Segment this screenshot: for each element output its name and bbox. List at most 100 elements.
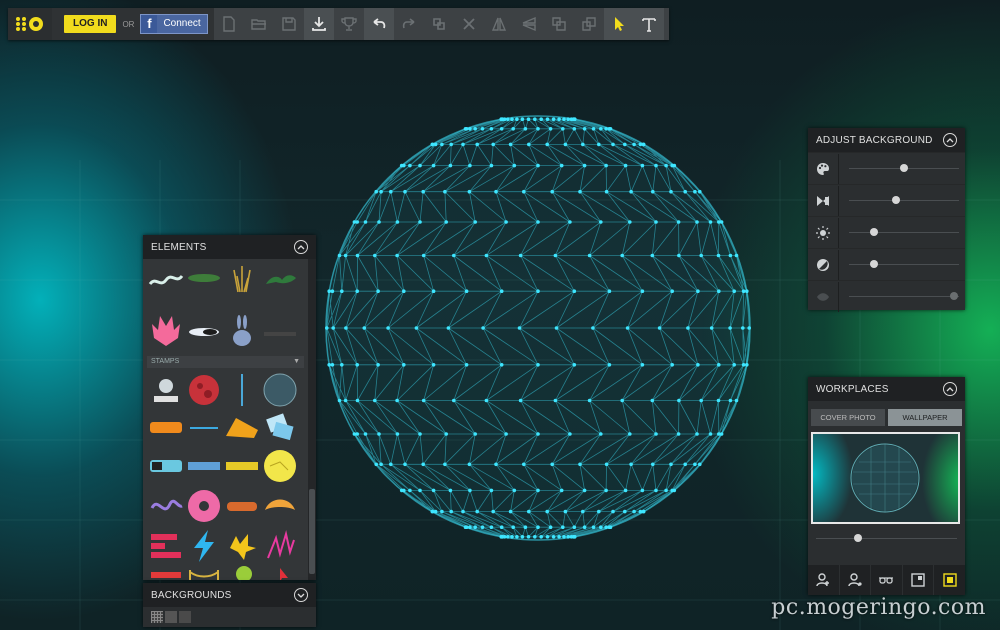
collapse-button[interactable] (943, 382, 957, 396)
flip-horizontal-button[interactable] (484, 8, 514, 40)
sphere-node (377, 432, 381, 436)
crop-button[interactable] (424, 8, 454, 40)
element-bunny[interactable] (223, 311, 261, 349)
stamps-section-bar[interactable]: STAMPS ▼ (147, 356, 304, 368)
send-backward-button[interactable] (574, 8, 604, 40)
stamp-purple-script[interactable] (147, 487, 185, 525)
add-user-button[interactable] (808, 565, 840, 595)
slider-knob[interactable] (854, 534, 863, 542)
element-grass-strip[interactable] (185, 261, 223, 299)
text-tool[interactable] (633, 8, 664, 40)
sphere-node (352, 220, 357, 224)
slider-knob[interactable] (870, 227, 879, 236)
elements-scrollbar[interactable] (308, 259, 316, 580)
stamp-yellow-cracked[interactable] (261, 447, 299, 485)
background-thumb-dark[interactable] (179, 611, 191, 623)
element-cloud-car[interactable] (185, 311, 223, 349)
sphere-node (638, 509, 643, 514)
stamp-photos[interactable] (261, 409, 299, 447)
stamp-croissant[interactable] (261, 487, 299, 525)
sphere-node (515, 117, 519, 121)
delete-button[interactable] (454, 8, 484, 40)
sphere-node (591, 326, 595, 330)
trophy-button[interactable] (334, 8, 364, 40)
redo-button[interactable] (394, 8, 424, 40)
stamp-yellow-text[interactable] (223, 447, 261, 485)
element-reeds[interactable] (223, 261, 261, 299)
stamp-orange-bar[interactable] (223, 409, 261, 447)
workplaces-header: WORKPLACES (808, 377, 965, 401)
sphere-node (518, 253, 523, 258)
color-slider[interactable] (839, 154, 965, 184)
resize-button[interactable] (903, 565, 935, 595)
collapse-button[interactable] (294, 240, 308, 254)
element-stick[interactable] (261, 311, 299, 349)
sphere-node (480, 127, 485, 131)
stamp-cool-text[interactable] (147, 447, 185, 485)
stamp-pink-scribble[interactable] (261, 527, 299, 565)
tab-cover-photo[interactable]: COVER PHOTO (811, 409, 885, 426)
workplace-preview[interactable] (811, 432, 960, 524)
stamp-back-in-black[interactable] (147, 527, 185, 565)
background-thumb-grid[interactable] (151, 611, 163, 623)
stamp-like-text[interactable] (185, 447, 223, 485)
scrollbar-thumb[interactable] (309, 489, 315, 574)
element-leaves[interactable] (261, 261, 299, 299)
sphere-node (607, 525, 612, 529)
sphere-node (389, 189, 393, 194)
stamp-cheese[interactable] (147, 409, 185, 447)
stamp-red-arrow[interactable] (261, 565, 299, 580)
slider-knob[interactable] (949, 291, 958, 300)
stamp-dark-circle[interactable] (261, 371, 299, 409)
sphere-node (650, 398, 655, 403)
stamp-splash[interactable] (223, 527, 261, 565)
download-button[interactable] (303, 8, 334, 40)
new-page-button[interactable] (214, 8, 244, 40)
glasses-button[interactable] (871, 565, 903, 595)
tab-wallpaper[interactable]: WALLPAPER (888, 409, 962, 426)
element-pink-flower[interactable] (147, 311, 185, 349)
stamp-blue-line[interactable] (223, 371, 261, 409)
elements-header: ELEMENTS (143, 235, 316, 259)
workplace-slider[interactable] (808, 524, 965, 552)
app-logo[interactable] (8, 8, 52, 40)
login-button[interactable]: LOG IN (64, 15, 117, 33)
slider-knob[interactable] (900, 163, 908, 172)
apply-button[interactable] (934, 565, 965, 595)
sphere-node (448, 488, 453, 493)
flip-vertical-button[interactable] (514, 8, 544, 40)
user-settings-button[interactable] (840, 565, 872, 595)
stamp-hello-world[interactable] (147, 371, 185, 409)
stamp-hotdog[interactable] (223, 487, 261, 525)
saturation-slider[interactable] (839, 250, 965, 280)
facebook-connect-button[interactable]: f Connect (140, 14, 208, 34)
stamps-label: STAMPS (151, 358, 180, 365)
slider-knob[interactable] (892, 195, 901, 204)
stamp-lightning[interactable] (185, 527, 223, 565)
slider-knob[interactable] (870, 259, 879, 268)
contrast-slider[interactable] (839, 186, 965, 216)
open-button[interactable] (244, 8, 274, 40)
background-thumb-gray[interactable] (165, 611, 177, 623)
stamp-donut[interactable] (185, 487, 223, 525)
stamp-red-planet[interactable] (185, 371, 223, 409)
elements-panel: ELEMENTS STAMPS ▼ (143, 235, 316, 580)
adjust-title: ADJUST BACKGROUND (816, 134, 933, 146)
collapse-button[interactable] (943, 133, 957, 147)
stamp-rope[interactable] (185, 565, 223, 580)
bring-forward-button[interactable] (544, 8, 574, 40)
element-squiggle[interactable] (147, 261, 185, 299)
stamp-blue-dash[interactable] (185, 409, 223, 447)
stamp-balloon[interactable] (223, 565, 261, 580)
visibility-slider[interactable] (839, 282, 965, 312)
expand-button[interactable] (294, 588, 308, 602)
brightness-slider[interactable] (839, 218, 965, 248)
save-button[interactable] (274, 8, 304, 40)
undo-button[interactable] (363, 8, 394, 40)
squiggle-icon (148, 274, 184, 286)
sphere-node (611, 142, 615, 147)
stamp-red-text[interactable] (147, 565, 185, 580)
pointer-tool[interactable] (603, 8, 634, 40)
elements-list[interactable]: STAMPS ▼ (143, 259, 308, 580)
workplaces-panel: WORKPLACES COVER PHOTO WALLPAPER (808, 377, 965, 595)
